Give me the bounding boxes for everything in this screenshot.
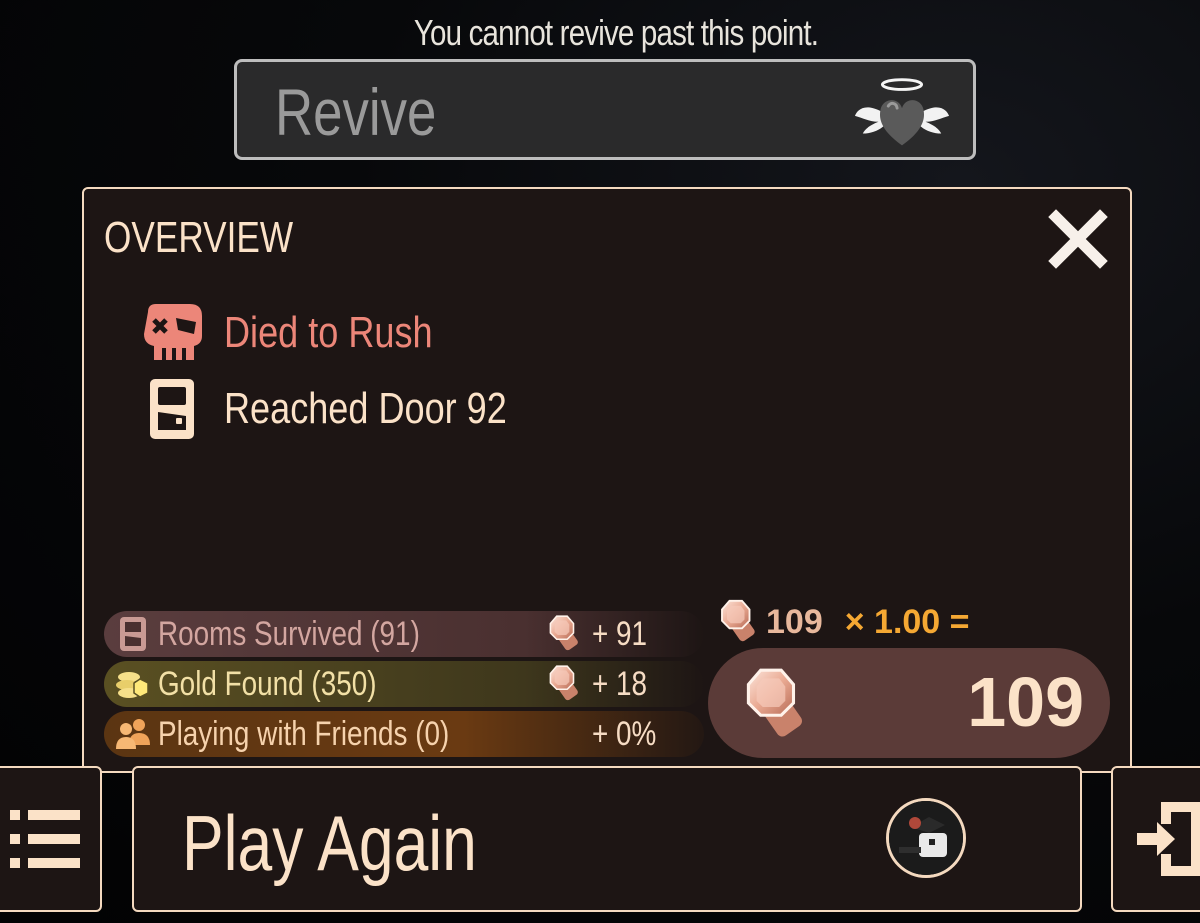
play-again-label: Play Again [182,799,477,887]
friends-icon [116,719,150,749]
overview-title: OVERVIEW [104,213,294,262]
gold-coins-icon [116,672,149,698]
calc-base-value: 109 [766,602,823,641]
close-icon[interactable] [1048,209,1108,269]
reward-calculation: 109 × 1.00 = [712,597,970,647]
stat-label: Rooms Survived (91) [158,615,420,653]
revive-notice: You cannot revive past this point. [413,12,819,53]
avatar-image [889,801,963,875]
exit-door-icon [1137,802,1200,876]
overview-panel: OVERVIEW Died to Rush Reached Door 92 Ro… [82,187,1132,773]
stat-value: + 91 [592,615,648,653]
play-again-button[interactable]: Play Again [132,766,1082,912]
revive-button[interactable]: Revive [234,59,976,160]
calc-multiplier: × 1.00 = [844,602,970,641]
stat-label: Playing with Friends (0) [158,715,450,753]
total-value: 109 [967,663,1084,741]
knob-icon [732,664,814,746]
door-icon [120,617,146,651]
menu-button[interactable] [0,766,102,912]
menu-list-icon [10,810,80,868]
knob-icon [542,613,584,655]
knob-icon [712,597,762,647]
total-reward: 109 [708,648,1110,758]
stat-label: Gold Found (350) [158,665,377,703]
death-cause-row: Died to Rush [140,300,478,366]
knob-icon [542,663,584,705]
door-icon [150,379,194,439]
stat-playing-with-friends: Playing with Friends (0) + 0% [104,711,704,757]
door-reached-row: Reached Door 92 [140,376,569,442]
exit-button[interactable] [1111,766,1200,912]
avatar [886,798,966,878]
stat-rooms-survived: Rooms Survived (91) + 91 [104,611,704,657]
stat-gold-found: Gold Found (350) + 18 [104,661,704,707]
death-cause-text: Died to Rush [224,308,433,357]
skull-icon [144,304,202,360]
revive-label: Revive [275,75,437,149]
stat-value: + 18 [592,665,648,703]
angel-heart-icon [854,78,950,146]
stat-value: + 0% [592,715,657,753]
door-reached-text: Reached Door 92 [224,384,507,433]
